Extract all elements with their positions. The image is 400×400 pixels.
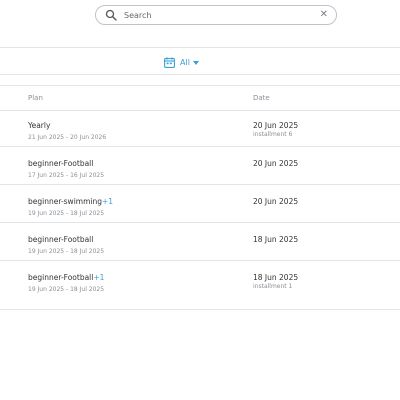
row-divider	[0, 309, 400, 310]
installment-label: installment 1	[253, 283, 293, 290]
divider	[0, 74, 400, 75]
plan-name: beginner-Football+1	[28, 273, 105, 282]
close-icon[interactable]: ✕	[320, 9, 328, 21]
payment-date: 20 Jun 2025	[253, 121, 299, 130]
app-root: ✕ All Plan Date Yearly 21 Jun 2025 - 20 …	[0, 0, 400, 400]
plan-name: beginner-swimming+1	[28, 197, 114, 206]
row-divider	[0, 184, 400, 185]
plan-date-range: 17 Jun 2025 - 16 Jul 2025	[28, 172, 105, 179]
table-row[interactable]: beginner-Football 17 Jun 2025 - 16 Jul 2…	[0, 159, 400, 197]
payment-date: 18 Jun 2025	[253, 235, 299, 244]
calendar-icon	[164, 56, 175, 68]
search-bar[interactable]: ✕	[95, 5, 337, 25]
plan-name: Yearly	[28, 121, 51, 130]
search-icon	[105, 9, 117, 21]
plan-date-range: 19 Jun 2025 - 18 Jul 2025	[28, 248, 105, 255]
row-divider	[0, 146, 400, 147]
plan-extra-count: +1	[93, 273, 105, 282]
payment-date: 18 Jun 2025	[253, 273, 299, 282]
table-row[interactable]: beginner-swimming+1 19 Jun 2025 - 18 Jul…	[0, 197, 400, 235]
search-input[interactable]	[124, 8, 304, 22]
chevron-down-icon	[192, 60, 199, 65]
divider	[0, 47, 400, 48]
payment-date: 20 Jun 2025	[253, 197, 299, 206]
installment-label: installment 6	[253, 131, 293, 138]
table-row[interactable]: beginner-Football 19 Jun 2025 - 18 Jul 2…	[0, 235, 400, 273]
divider	[0, 110, 400, 111]
column-header-plan: Plan	[28, 94, 43, 102]
row-divider	[0, 260, 400, 261]
plan-extra-count: +1	[102, 197, 114, 206]
plan-date-range: 19 Jun 2025 - 18 Jul 2025	[28, 210, 105, 217]
table-row[interactable]: Yearly 21 Jun 2025 - 20 Jun 2026 20 Jun …	[0, 121, 400, 159]
column-header-date: Date	[253, 94, 270, 102]
plan-date-range: 21 Jun 2025 - 20 Jun 2026	[28, 134, 107, 141]
row-divider	[0, 222, 400, 223]
divider	[0, 85, 400, 86]
plan-name: beginner-Football	[28, 235, 94, 244]
payment-date: 20 Jun 2025	[253, 159, 299, 168]
date-filter-dropdown[interactable]: All	[164, 55, 199, 69]
plan-date-range: 19 Jun 2025 - 18 Jul 2025	[28, 286, 105, 293]
table-row[interactable]: beginner-Football+1 19 Jun 2025 - 18 Jul…	[0, 273, 400, 311]
filter-label: All	[180, 57, 190, 67]
plan-name: beginner-Football	[28, 159, 94, 168]
